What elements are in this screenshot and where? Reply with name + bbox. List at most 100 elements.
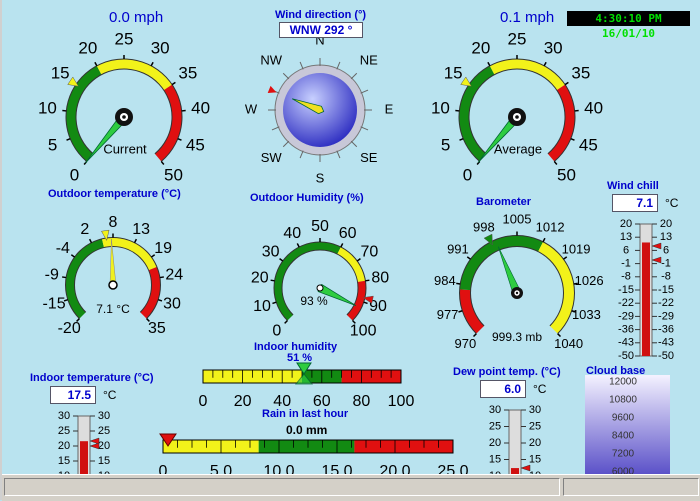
average-wind-gauge-hub (515, 115, 519, 119)
outdoor-humidity-gauge-tick-label: 30 (262, 243, 280, 260)
outdoor-humidity-gauge-tick-label: 60 (339, 225, 357, 242)
indoor-humidity-bar-tick-label: 100 (388, 393, 415, 410)
cloud-base-tick-label: 10800 (609, 395, 637, 406)
outdoor-temp-gauge-tick (135, 239, 137, 243)
wind-chill-thermometer-tick-label-right: -50 (658, 350, 674, 362)
average-wind-gauge-tick (565, 82, 568, 84)
average-wind-gauge-tick-label: 25 (508, 29, 527, 48)
wind-chill-unit: °C (665, 196, 678, 210)
barometer-gauge-tick-label: 1033 (572, 307, 601, 322)
indoor-humidity-bar-tick-label: 80 (353, 393, 371, 410)
cloud-base-scale (585, 375, 670, 475)
rain-title: Rain in last hour (262, 408, 348, 420)
compass-point-label: W (245, 101, 258, 116)
weather-display-window: 05101520253035404550Current0510152025303… (0, 0, 700, 500)
indoor-humidity-value: 51 % (287, 352, 312, 364)
gauge-canvas: 05101520253035404550Current0510152025303… (2, 0, 700, 500)
wind-chill-thermometer-tick-label-left: -36 (618, 324, 634, 336)
average-wind-gauge-tick-label: 10 (431, 98, 450, 117)
wind-chill-thermometer-tick-label-left: -29 (618, 310, 634, 322)
average-wind-gauge-tick-label: 5 (441, 135, 450, 154)
indoor-temp-thermometer-tick-label-right: 25 (98, 425, 110, 437)
dew-point-thermometer-tick-label-right: 15 (529, 453, 541, 465)
barometer-gauge-tick-label: 1040 (554, 336, 583, 351)
outdoor-temp-gauge-tick-label: -9 (45, 267, 59, 284)
wind-chill-thermometer-fill (642, 242, 650, 356)
indoor-temp-thermometer-tick-label-right: 30 (98, 410, 110, 422)
compass-point-label: S (316, 170, 325, 185)
indoor-temperature-unit: °C (103, 388, 116, 402)
current-wind-gauge-arc-band (99, 64, 168, 87)
barometer-gauge-tick (564, 257, 567, 259)
dew-point-thermometer-tube (509, 410, 521, 476)
dew-point-thermometer-tick-label-right: 30 (529, 404, 541, 416)
outdoor-humidity-gauge-tick-label: 10 (253, 298, 271, 315)
average-wind-gauge-tick-label: 40 (584, 98, 603, 117)
dew-point-thermometer-tick-label-left: 30 (489, 404, 501, 416)
wind-chill-thermometer-tick-label-left: -8 (621, 271, 631, 283)
current-wind-gauge-tick-label: 20 (78, 38, 97, 57)
cloud-base-tick-label: 12000 (609, 377, 637, 388)
compass-tick (337, 62, 340, 69)
average-wind-gauge-tick-label: 45 (579, 135, 598, 154)
current-wind-gauge-tick-label: 40 (191, 98, 210, 117)
compass-tick (351, 73, 357, 79)
average-wind-gauge-tick-label: 0 (463, 165, 472, 184)
outdoor-humidity-gauge-tick (272, 302, 276, 303)
outdoor-temp-gauge-tick-label: -20 (58, 320, 81, 337)
outdoor-temp-gauge-tick-label: 13 (132, 221, 150, 238)
outdoor-temp-gauge-tick-label: 35 (148, 320, 166, 337)
average-wind-gauge-tick-label: 50 (557, 165, 576, 184)
compass-tick (272, 127, 279, 130)
status-bar (2, 474, 700, 501)
wind-chill-thermometer-tick-label-right: -15 (658, 284, 674, 296)
average-wind-gauge-tick (544, 62, 546, 66)
outdoor-temp-gauge-tick-label: -4 (56, 240, 70, 257)
compass-point-label: SE (360, 150, 378, 165)
average-wind-gauge-tick (488, 62, 490, 66)
compass-point-label: NE (360, 53, 378, 68)
wind-chill-thermometer-tick-label-left: 20 (620, 218, 632, 230)
barometer-gauge-tick-label: 991 (447, 242, 469, 257)
compass-tick (361, 127, 368, 130)
outdoor-humidity-gauge-tick (364, 302, 368, 303)
compass-tick (351, 141, 357, 147)
outdoor-humidity-gauge-tick (297, 243, 299, 247)
outdoor-humidity-gauge-tick-label: 0 (272, 322, 281, 339)
outdoor-humidity-gauge-tick (280, 259, 283, 261)
barometer-gauge-tick-label: 984 (434, 273, 456, 288)
outdoor-humidity-hub (317, 285, 323, 291)
rain-bar-segment (259, 440, 355, 453)
barometer-gauge-tick-label: 998 (473, 219, 495, 234)
outdoor-temp-gauge-tick-label: 30 (163, 295, 181, 312)
average-wind-gauge-arc-band (492, 64, 561, 87)
outdoor-temp-gauge-tick-label: -15 (42, 295, 65, 312)
rain-value: 0.0 mm (286, 423, 327, 437)
compass-tick (300, 151, 303, 158)
barometer-gauge-tick-label: 1012 (536, 219, 565, 234)
outdoor-temp-gauge-tick-label: 8 (109, 214, 118, 231)
average-wind-gauge-tick-label: 20 (471, 38, 490, 57)
wind-chill-thermometer-tick-label-right: 6 (663, 244, 669, 256)
indoor-temp-thermometer-tick-label-left: 25 (58, 425, 70, 437)
clock-display: 4:30:10 PM 16/01/10 (567, 11, 690, 26)
status-bar-panel (563, 478, 699, 496)
compass-point-label: SW (261, 150, 283, 165)
outdoor-humidity-gauge-tick-label: 40 (283, 225, 301, 242)
outdoor-temp-hub (109, 281, 117, 289)
dew-point-title: Dew point temp. (°C) (453, 366, 561, 378)
outdoor-temp-gauge-tick-label: 2 (80, 221, 89, 238)
wind-chill-thermometer-tick-label-right: -43 (658, 337, 674, 349)
outdoor-temp-gauge-tick-label: 19 (154, 240, 172, 257)
barometer-gauge-tick (467, 257, 470, 259)
wind-chill-value: 7.1 (612, 194, 658, 212)
compass-tick (337, 151, 340, 158)
compass-wind-marker (268, 86, 277, 93)
outdoor-temp-gauge-tick-label: 24 (165, 267, 183, 284)
current-wind-gauge-tick-label: 50 (164, 165, 183, 184)
indoor-temp-thermometer-tick-label-right: 15 (98, 455, 110, 467)
current-wind-gauge-tick (161, 161, 164, 164)
cloud-base-tick-label: 8400 (612, 431, 635, 442)
outdoor-temp-gauge-tick (158, 300, 162, 301)
wind-chill-thermometer-marker (652, 257, 661, 263)
